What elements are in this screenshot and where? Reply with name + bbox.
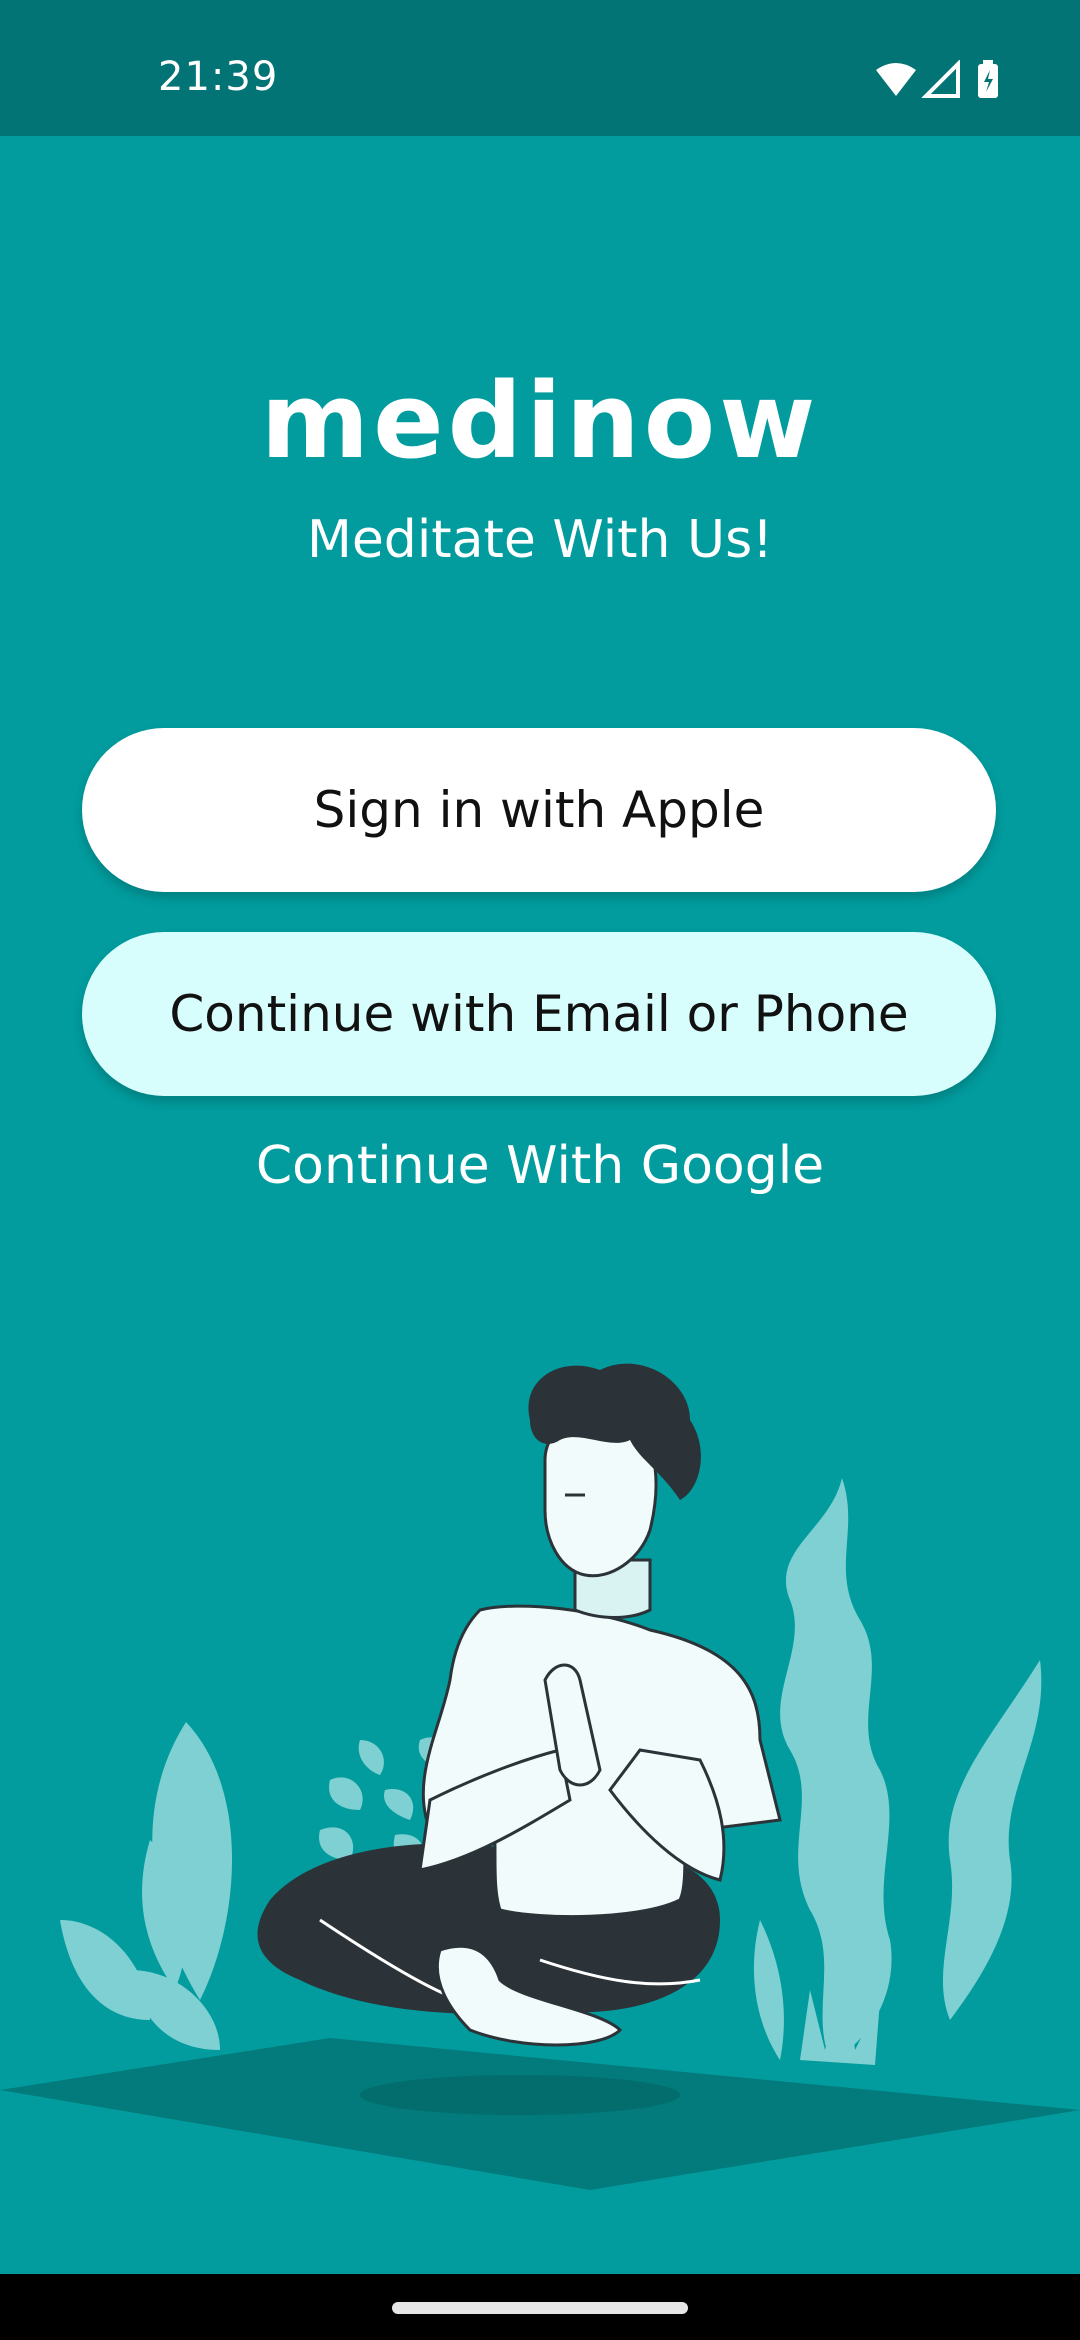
meditating-person-illustration [0, 1363, 1080, 2190]
status-icons [874, 60, 1006, 104]
status-time: 21:39 [158, 54, 279, 100]
status-bar: 21:39 [0, 0, 1080, 136]
cell-signal-icon [921, 60, 960, 98]
meditating-person [257, 1363, 782, 2047]
home-indicator[interactable] [392, 2302, 688, 2314]
wifi-icon [876, 63, 916, 96]
left-plant [60, 1722, 233, 2050]
app-logo: medinow [260, 360, 820, 482]
mat-shadow [360, 2075, 680, 2115]
right-plant [753, 1478, 1042, 2060]
tagline: Meditate With Us! [306, 510, 774, 570]
sign-in-with-apple-button[interactable]: Sign in with Apple [82, 728, 996, 892]
continue-with-email-or-phone-button[interactable]: Continue with Email or Phone [82, 932, 996, 1096]
battery-charging-icon [978, 60, 998, 98]
continue-with-google-link[interactable]: Continue With Google [0, 1136, 1080, 1196]
